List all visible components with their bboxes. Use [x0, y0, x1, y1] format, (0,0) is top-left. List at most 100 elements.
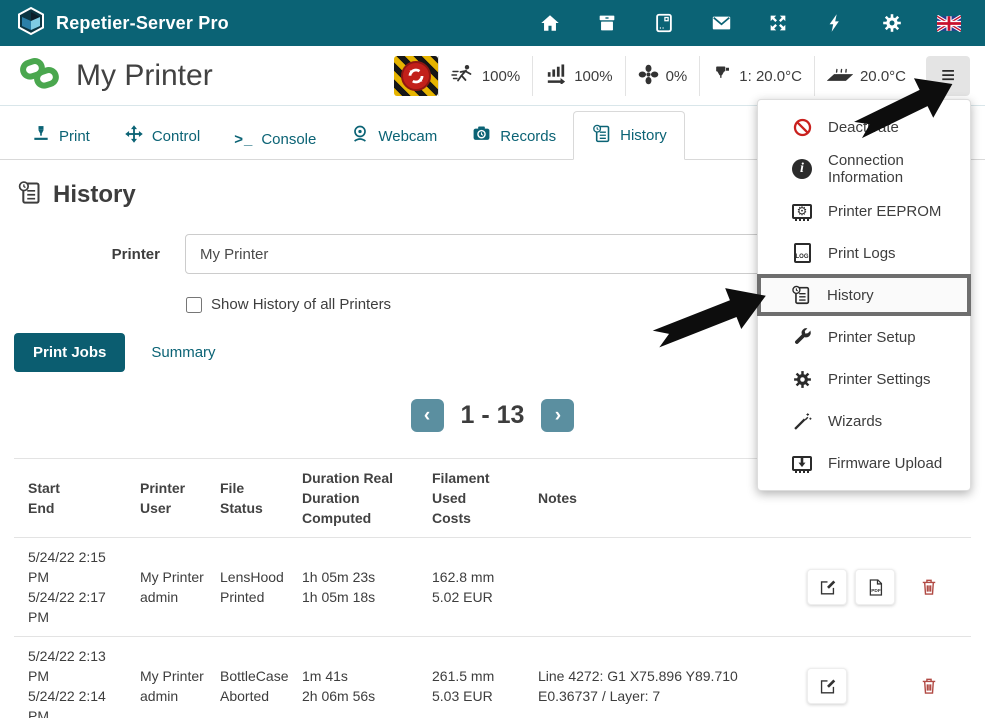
history-icon: [591, 123, 612, 148]
tab-webcam[interactable]: Webcam: [333, 113, 454, 159]
delete-button[interactable]: [919, 676, 939, 696]
menu-item-label: Print Logs: [828, 245, 896, 262]
info-icon: i: [790, 157, 814, 181]
printer-label: Printer: [0, 246, 160, 263]
cell-actions: PDF: [793, 569, 905, 605]
menu-item-firmware-upload[interactable]: Firmware Upload: [758, 442, 970, 484]
console-icon: >_: [234, 131, 253, 148]
tablet-icon[interactable]: [652, 11, 676, 35]
box-icon[interactable]: [595, 11, 619, 35]
pdf-report-button[interactable]: PDF: [855, 569, 895, 605]
header-start-end: StartEnd: [14, 478, 126, 518]
fan-icon: [638, 64, 659, 89]
cell-filament-costs: 261.5 mm5.03 EUR: [418, 666, 524, 706]
tab-print-label: Print: [59, 128, 90, 145]
header-file-status: FileStatus: [206, 478, 288, 518]
tab-console[interactable]: >_ Console: [217, 120, 333, 159]
log-file-icon: LOG: [790, 241, 814, 265]
header-printer-user: PrinterUser: [126, 478, 206, 518]
gear-icon[interactable]: [880, 11, 904, 35]
menu-item-connection-information[interactable]: i Connection Information: [758, 148, 970, 190]
header-filament-costs: Filament UsedCosts: [418, 468, 524, 528]
menu-item-label: Deactivate: [828, 119, 899, 136]
webcam-icon: [350, 124, 370, 148]
menu-item-label: History: [827, 287, 874, 304]
extruder-icon: [712, 64, 732, 88]
menu-item-label: Printer Setup: [828, 329, 916, 346]
edit-note-button[interactable]: [807, 668, 847, 704]
cell-delete: [905, 676, 971, 696]
prev-page-button[interactable]: ‹: [411, 399, 444, 432]
all-printers-checkbox[interactable]: [186, 297, 202, 313]
ban-icon: [790, 115, 814, 139]
table-row: 5/24/22 2:13 PM5/24/22 2:14 PM My Printe…: [14, 637, 971, 718]
cell-duration: 1m 41s2h 06m 56s: [288, 666, 418, 706]
bed-value: 20.0°C: [860, 68, 906, 85]
uk-flag-icon[interactable]: [937, 11, 961, 35]
brand[interactable]: Repetier-Server Pro: [16, 6, 229, 41]
speed-value: 100%: [482, 68, 520, 85]
svg-text:PDF: PDF: [871, 587, 881, 593]
menu-item-printer-eeprom[interactable]: ⚙ Printer EEPROM: [758, 190, 970, 232]
edit-note-button[interactable]: [807, 569, 847, 605]
tab-console-label: Console: [261, 131, 316, 148]
flow-icon: [545, 64, 567, 88]
cell-duration: 1h 05m 23s1h 05m 18s: [288, 567, 418, 607]
fan-segment[interactable]: 0%: [625, 56, 700, 96]
printer-select-value: My Printer: [200, 246, 268, 263]
cell-file-status: BottleCaseAborted: [206, 666, 288, 706]
cell-delete: [905, 577, 971, 597]
speed-segment[interactable]: 100%: [438, 56, 532, 96]
printer-header: My Printer 100%: [0, 46, 985, 106]
delete-button[interactable]: [919, 577, 939, 597]
menu-item-history[interactable]: History: [757, 274, 971, 316]
menu-item-label: Printer Settings: [828, 371, 931, 388]
cell-start-end: 5/24/22 2:15 PM5/24/22 2:17 PM: [14, 547, 126, 627]
speed-icon: [451, 64, 475, 88]
menu-item-label: Firmware Upload: [828, 455, 942, 472]
cell-file-status: LensHoodPrinted: [206, 567, 288, 607]
printer-select[interactable]: My Printer: [185, 234, 770, 274]
printer-menu-button[interactable]: ≡: [926, 56, 970, 96]
next-page-button[interactable]: ›: [541, 399, 574, 432]
emergency-stop-segment: [394, 56, 438, 96]
header-duration: Duration RealDuration Computed: [288, 468, 418, 528]
home-icon[interactable]: [538, 11, 562, 35]
all-printers-checkbox-label: Show History of all Printers: [211, 296, 391, 313]
flow-segment[interactable]: 100%: [532, 56, 624, 96]
bed-segment[interactable]: 20.0°C: [814, 56, 918, 96]
emergency-stop-button[interactable]: [394, 56, 438, 96]
wand-icon: [790, 409, 814, 433]
menu-item-print-logs[interactable]: LOG Print Logs: [758, 232, 970, 274]
bolt-icon[interactable]: [823, 11, 847, 35]
cell-start-end: 5/24/22 2:13 PM5/24/22 2:14 PM: [14, 646, 126, 718]
tab-webcam-label: Webcam: [378, 128, 437, 145]
tab-print[interactable]: Print: [14, 113, 107, 159]
cell-printer-user: My Printeradmin: [126, 666, 206, 706]
mail-icon[interactable]: [709, 11, 733, 35]
expand-icon[interactable]: [766, 11, 790, 35]
menu-item-printer-settings[interactable]: Printer Settings: [758, 358, 970, 400]
menu-item-printer-setup[interactable]: Printer Setup: [758, 316, 970, 358]
print-jobs-button[interactable]: Print Jobs: [14, 333, 125, 372]
summary-button[interactable]: Summary: [151, 344, 215, 361]
printer-statusbar: 100% 100%: [394, 56, 970, 96]
history-icon: [789, 283, 813, 307]
menu-item-deactivate[interactable]: Deactivate: [758, 106, 970, 148]
extruder-value: 1: 20.0°C: [739, 68, 802, 85]
printer-title: My Printer: [76, 59, 213, 93]
tab-records[interactable]: Records: [454, 113, 573, 159]
extruder-segment[interactable]: 1: 20.0°C: [699, 56, 814, 96]
print-icon: [31, 124, 51, 148]
menu-item-label: Connection Information: [828, 152, 970, 186]
emergency-stop-icon: [401, 61, 431, 91]
tab-history[interactable]: History: [573, 111, 685, 160]
menu-item-wizards[interactable]: Wizards: [758, 400, 970, 442]
tab-control[interactable]: Control: [107, 113, 217, 159]
top-navbar: Repetier-Server Pro: [0, 0, 985, 46]
wrench-icon: [790, 325, 814, 349]
repetier-logo-icon: [16, 6, 46, 41]
chip-upload-icon: [790, 451, 814, 475]
history-table: StartEnd PrinterUser FileStatus Duration…: [14, 458, 971, 718]
history-heading-label: History: [53, 181, 136, 209]
